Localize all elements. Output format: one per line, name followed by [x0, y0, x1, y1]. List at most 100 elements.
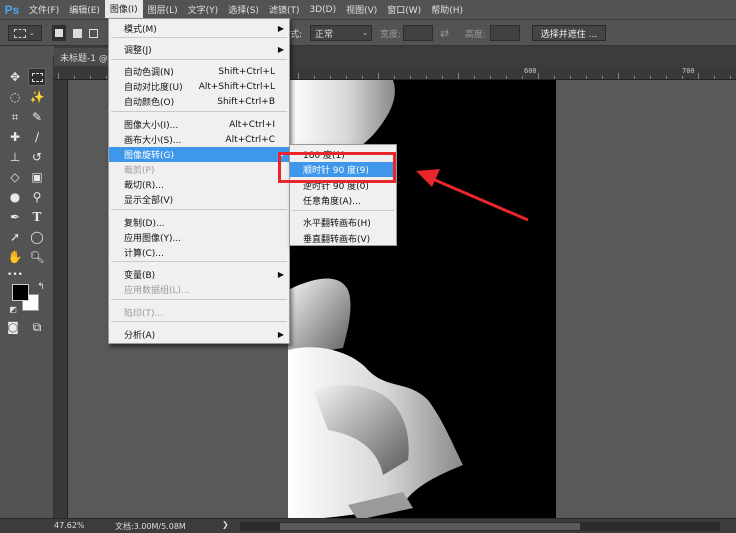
brush-tool-icon[interactable]: ∕ [28, 128, 46, 146]
image-menu-item-17[interactable]: 分析(A) ▶ [109, 327, 289, 342]
ruler-tick [682, 76, 683, 79]
ruler-label: 700 [682, 67, 695, 75]
screen-mode-icon[interactable]: ⧉ [28, 318, 46, 336]
image-menu-item-3[interactable]: 自动对比度(U) Alt+Shift+Ctrl+L [109, 79, 289, 94]
menu-7[interactable]: 3D(D) [304, 0, 341, 20]
default-colors-icon[interactable]: ◩ [4, 300, 22, 318]
ruler-tick [490, 76, 491, 79]
submenu-arrow-icon: ▶ [277, 24, 284, 33]
image-menu-item-5[interactable]: 图像大小(I)... Alt+Ctrl+I [109, 117, 289, 132]
menu-item-shortcut: Shift+Ctrl+B [217, 96, 275, 107]
scrollbar-thumb[interactable] [280, 523, 580, 530]
ellipse-tool-icon[interactable]: ◯ [28, 228, 46, 246]
swap-colors-icon[interactable]: ↰ [32, 278, 50, 296]
menu-item-shortcut: Alt+Ctrl+I [229, 119, 275, 130]
status-bar: 47.62% 文档:3.00M/5.08M ❯ [0, 518, 736, 533]
gradient-tool-icon[interactable]: ▣ [28, 168, 46, 186]
menu-3[interactable]: 图层(L) [143, 0, 183, 20]
image-menu-item-1[interactable]: 调整(J) ▶ [109, 42, 289, 57]
menu-item-label: 自动颜色(O) [124, 98, 175, 108]
menu-5[interactable]: 选择(S) [223, 0, 264, 20]
dodge-tool-icon[interactable]: ⚲ [28, 188, 46, 206]
quick-mask-icon[interactable]: ◙ [4, 318, 22, 336]
tools-panel: ✥ ◌ ✨ ⌗ ✎ ✚ ∕ ⊥ ↺ ◇ ▣ ● ⚲ ✒ T ➚ ◯ ✋ 🔍︎ •… [0, 56, 54, 518]
magic-wand-icon[interactable]: ✨ [28, 88, 46, 106]
menu-bar: Ps 文件(F) 编辑(E) 图像(I) 图层(L) 文字(Y) 选择(S) 滤镜(T) 3D… [0, 0, 736, 20]
image-menu-item-11[interactable]: 复制(D)... [109, 215, 289, 230]
ruler-tick [602, 76, 603, 79]
blur-tool-icon[interactable]: ● [6, 188, 24, 206]
rotate-menu-item-4[interactable]: 水平翻转画布(H) [290, 215, 396, 230]
ruler-tick [570, 76, 571, 79]
style-select[interactable]: 正常 ⌄ [310, 25, 372, 41]
menu-8[interactable]: 视图(V) [341, 0, 382, 20]
image-menu-item-0[interactable]: 模式(M) ▶ [109, 21, 289, 36]
add-selection-icon[interactable] [70, 25, 84, 41]
image-menu-item-9[interactable]: 裁切(R)... [109, 177, 289, 192]
clone-stamp-icon[interactable]: ⊥ [6, 148, 24, 166]
menu-1[interactable]: 编辑(E) [64, 0, 105, 20]
submenu-arrow-icon: ▶ [277, 270, 284, 279]
document-tab[interactable]: 未标题-1 @ [54, 48, 114, 66]
image-menu-item-16: 陷印(T)... [109, 305, 289, 320]
foreground-color-swatch[interactable] [12, 284, 29, 301]
ruler-tick [650, 76, 651, 79]
ruler-tick [538, 73, 539, 79]
image-menu-dropdown: 模式(M) ▶ 调整(J) ▶ 自动色调(N) Shift+Ctrl+L 自动对比度(U) A… [108, 18, 290, 344]
menu-separator [111, 299, 287, 300]
ruler-tick [58, 73, 59, 79]
pen-tool-icon[interactable]: ✒ [6, 208, 24, 226]
more-tools-icon[interactable]: ••• [6, 266, 24, 284]
rotate-menu-item-5[interactable]: 垂直翻转画布(V) [290, 231, 396, 246]
image-menu-item-2[interactable]: 自动色调(N) Shift+Ctrl+L [109, 64, 289, 79]
ruler-tick [314, 76, 315, 79]
select-and-mask-button[interactable]: 选择并遮住 ... [532, 25, 606, 41]
menu-item-label: 应用数据组(L)... [124, 286, 190, 296]
image-menu-item-10[interactable]: 显示全部(V) [109, 192, 289, 207]
image-menu-item-7[interactable]: 图像旋转(G) ▶ [109, 147, 289, 162]
image-menu-item-6[interactable]: 画布大小(S)... Alt+Ctrl+C [109, 132, 289, 147]
eyedropper-icon[interactable]: ✎ [28, 108, 46, 126]
subtract-selection-icon[interactable] [86, 25, 100, 41]
new-selection-icon[interactable] [52, 25, 66, 41]
marquee-tool-preset[interactable]: ⌄ [8, 25, 42, 41]
ruler-tick [474, 76, 475, 79]
move-tool-icon[interactable]: ✥ [6, 68, 24, 86]
image-menu-item-12[interactable]: 应用图像(Y)... [109, 230, 289, 245]
type-tool-icon[interactable]: T [28, 208, 46, 226]
marquee-tool-icon[interactable] [28, 68, 46, 86]
width-input[interactable] [403, 25, 433, 41]
status-arrow-icon[interactable]: ❯ [222, 520, 229, 529]
rotate-menu-item-3[interactable]: 任意角度(A)... [290, 193, 396, 208]
height-label: 高度: [465, 29, 487, 40]
hand-tool-icon[interactable]: ✋ [6, 248, 24, 266]
ruler-tick [106, 76, 107, 79]
menu-9[interactable]: 窗口(W) [382, 0, 426, 20]
crop-tool-icon[interactable]: ⌗ [6, 108, 24, 126]
menu-10[interactable]: 帮助(H) [426, 0, 468, 20]
menu-separator [111, 321, 287, 322]
zoom-level[interactable]: 47.62% [54, 521, 85, 530]
history-brush-icon[interactable]: ↺ [28, 148, 46, 166]
menu-item-label: 图像旋转(G) [124, 151, 174, 161]
path-selection-icon[interactable]: ➚ [6, 228, 24, 246]
menu-4[interactable]: 文字(Y) [183, 0, 224, 20]
menu-item-label: 自动对比度(U) [124, 83, 183, 93]
horizontal-scrollbar[interactable] [240, 522, 720, 531]
menu-2[interactable]: 图像(I) [104, 0, 143, 18]
swap-icon[interactable]: ⇄ [440, 25, 449, 41]
zoom-tool-icon[interactable]: 🔍︎ [28, 248, 46, 266]
menu-6[interactable]: 滤镜(T) [264, 0, 305, 20]
menu-item-shortcut: Alt+Ctrl+C [225, 134, 275, 145]
lasso-tool-icon[interactable]: ◌ [6, 88, 24, 106]
width-label: 宽度: [380, 29, 402, 40]
image-menu-item-13[interactable]: 计算(C)... [109, 245, 289, 260]
eraser-tool-icon[interactable]: ◇ [6, 168, 24, 186]
healing-brush-icon[interactable]: ✚ [6, 128, 24, 146]
menu-separator [111, 59, 287, 60]
ruler-tick [506, 76, 507, 79]
height-input[interactable] [490, 25, 520, 41]
image-menu-item-4[interactable]: 自动颜色(O) Shift+Ctrl+B [109, 94, 289, 109]
image-menu-item-14[interactable]: 变量(B) ▶ [109, 267, 289, 282]
menu-0[interactable]: 文件(F) [24, 0, 64, 20]
